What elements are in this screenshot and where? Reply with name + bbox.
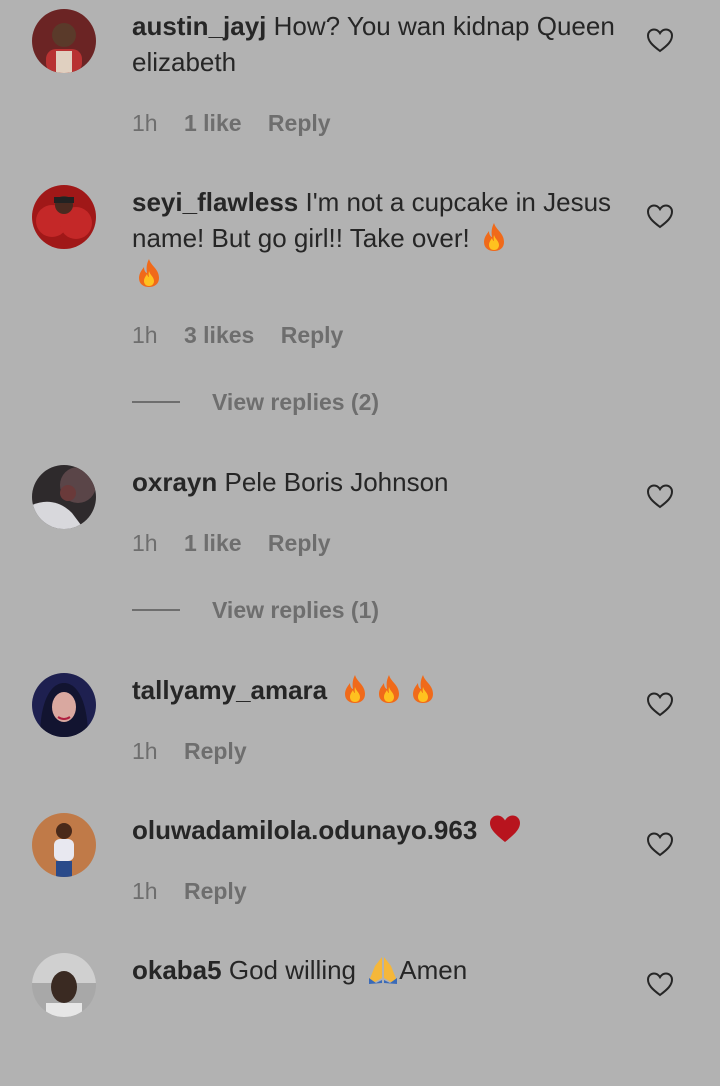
avatar[interactable]	[32, 9, 96, 73]
heart-outline-icon	[646, 972, 674, 997]
comment-text: okaba5 God willing Amen	[132, 952, 622, 988]
avatar[interactable]	[32, 465, 96, 529]
folded-hands-emoji	[367, 954, 399, 984]
comment-meta: 1h 3 likes Reply	[132, 322, 363, 349]
divider	[132, 608, 180, 611]
like-button[interactable]	[646, 203, 674, 229]
username[interactable]: oxrayn	[132, 467, 217, 497]
username[interactable]: seyi_flawless	[132, 187, 298, 217]
reply-button[interactable]: Reply	[184, 878, 247, 905]
like-count[interactable]: 1 like	[184, 110, 242, 137]
view-replies-label: View replies (1)	[212, 597, 380, 623]
comment-body: Pele Boris Johnson	[224, 467, 449, 497]
heart-outline-icon	[646, 28, 674, 53]
reply-button[interactable]: Reply	[268, 110, 331, 137]
avatar[interactable]	[32, 953, 96, 1017]
like-button[interactable]	[646, 831, 674, 857]
reply-button[interactable]: Reply	[281, 322, 344, 349]
view-replies-button[interactable]: View replies (1)	[132, 597, 379, 624]
username[interactable]: austin_jayj	[132, 11, 266, 41]
comment-body: God willing	[228, 955, 357, 985]
like-button[interactable]	[646, 483, 674, 509]
avatar[interactable]	[32, 813, 96, 877]
fire-emoji	[342, 674, 368, 704]
reply-button[interactable]: Reply	[184, 738, 247, 765]
reply-button[interactable]: Reply	[268, 530, 331, 557]
timestamp: 1h	[132, 878, 158, 904]
like-count[interactable]: 3 likes	[184, 322, 254, 349]
fire-emoji	[481, 222, 507, 252]
like-button[interactable]	[646, 971, 674, 997]
avatar[interactable]	[32, 185, 96, 249]
red-heart-emoji	[489, 814, 521, 844]
comment-body: Amen	[399, 955, 468, 985]
fire-emoji	[136, 258, 162, 288]
comment-meta: 1h 1 like Reply	[132, 530, 351, 557]
heart-outline-icon	[646, 484, 674, 509]
avatar[interactable]	[32, 673, 96, 737]
view-replies-label: View replies (2)	[212, 389, 380, 415]
divider	[132, 400, 180, 403]
like-button[interactable]	[646, 691, 674, 717]
comment-meta: 1h Reply	[132, 738, 267, 765]
timestamp: 1h	[132, 322, 158, 348]
timestamp: 1h	[132, 530, 158, 556]
username[interactable]: okaba5	[132, 955, 222, 985]
comment-text: oxrayn Pele Boris Johnson	[132, 464, 622, 500]
view-replies-button[interactable]: View replies (2)	[132, 389, 379, 416]
like-count[interactable]: 1 like	[184, 530, 242, 557]
like-button[interactable]	[646, 27, 674, 53]
comment-text: austin_jayj How? You wan kidnap Queen el…	[132, 8, 622, 80]
heart-outline-icon	[646, 692, 674, 717]
username[interactable]: tallyamy_amara	[132, 675, 327, 705]
comment-text: seyi_flawless I'm not a cupcake in Jesus…	[132, 184, 622, 292]
fire-emoji	[376, 674, 402, 704]
timestamp: 1h	[132, 738, 158, 764]
comment-text: tallyamy_amara	[132, 672, 622, 708]
comment-meta: 1h Reply	[132, 878, 267, 905]
timestamp: 1h	[132, 110, 158, 136]
heart-outline-icon	[646, 832, 674, 857]
comment-text: oluwadamilola.odunayo.963	[132, 812, 632, 848]
username[interactable]: oluwadamilola.odunayo.963	[132, 815, 477, 845]
fire-emoji	[410, 674, 436, 704]
comment-meta: 1h 1 like Reply	[132, 110, 351, 137]
heart-outline-icon	[646, 204, 674, 229]
